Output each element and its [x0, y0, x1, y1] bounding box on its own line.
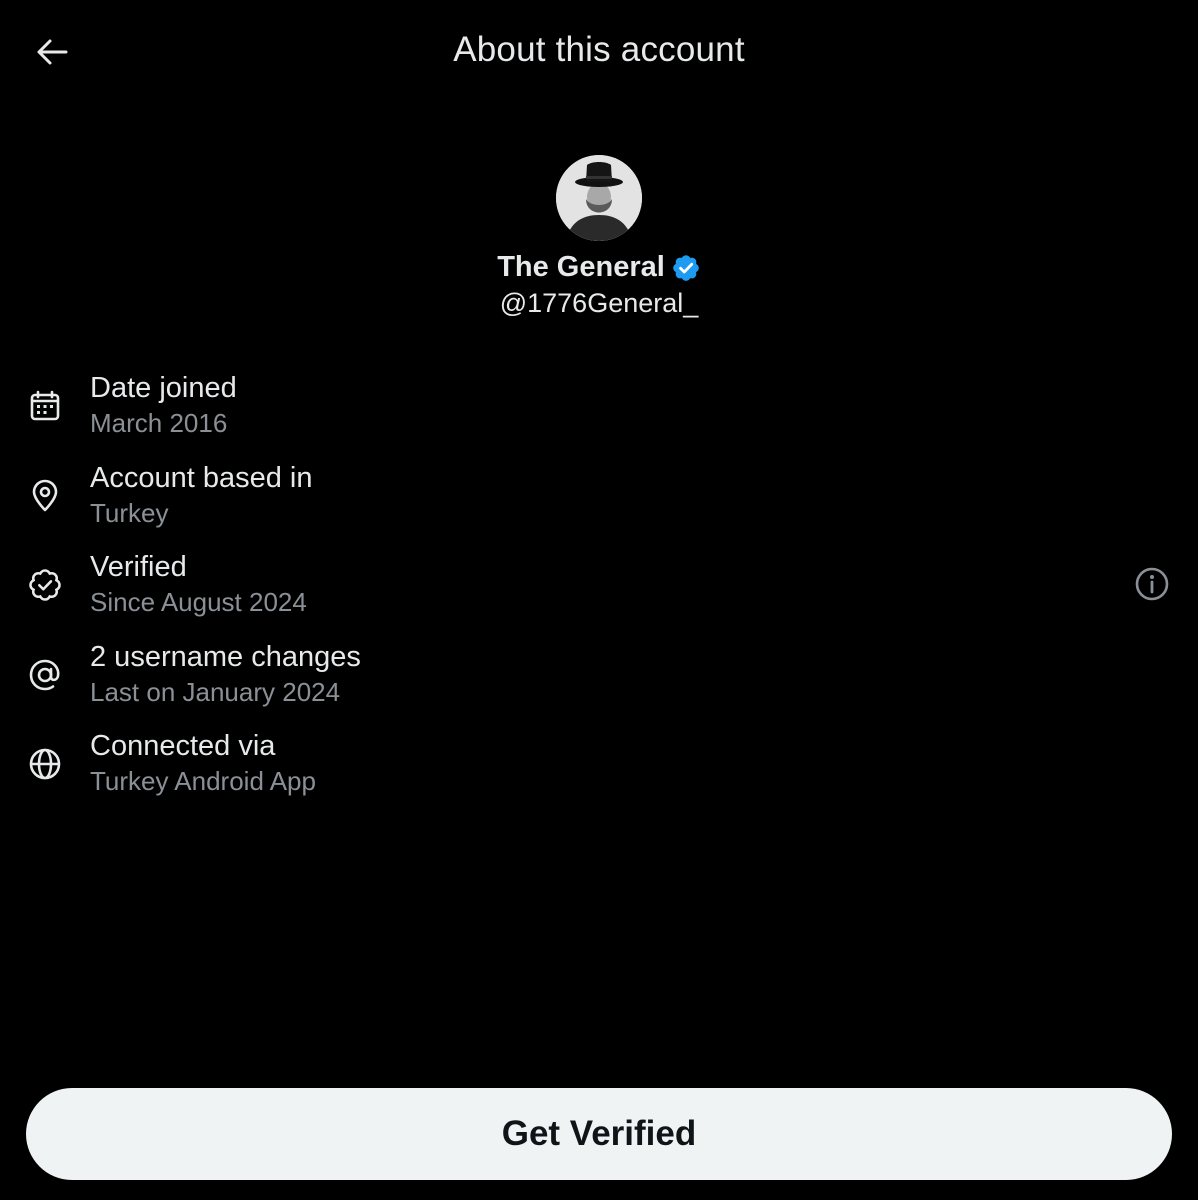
verified-badge-icon[interactable] [671, 253, 701, 283]
display-name: The General [497, 251, 665, 283]
page-title: About this account [453, 30, 745, 69]
get-verified-button[interactable]: Get Verified [26, 1088, 1172, 1180]
globe-icon [27, 746, 63, 782]
verified-check-icon [27, 567, 63, 603]
at-sign-icon [27, 657, 63, 693]
row-title: 2 username changes [90, 640, 361, 673]
row-subtitle: Since August 2024 [90, 587, 307, 617]
profile-summary: The General @1776General_ [0, 155, 1198, 319]
row-subtitle: Last on January 2024 [90, 676, 341, 707]
top-bar: About this account [0, 0, 1198, 105]
location-pin-icon [27, 478, 63, 514]
row-title: Date joined [90, 372, 237, 404]
connected-via-row: Connected via Turkey Android App [0, 728, 1198, 818]
row-subtitle: Turkey Android App [90, 766, 316, 796]
info-icon [1134, 566, 1170, 602]
row-title: Verified [90, 551, 187, 583]
row-title: Account based in [90, 461, 313, 494]
account-location-row: Account based in Turkey [0, 460, 1198, 550]
avatar[interactable] [556, 155, 642, 241]
row-subtitle: March 2016 [90, 408, 228, 438]
username-handle: @1776General_ [499, 288, 699, 318]
verified-row: Verified Since August 2024 [0, 549, 1198, 639]
row-title: Connected via [90, 730, 276, 762]
username-changes-row: 2 username changes Last on January 2024 [0, 639, 1198, 729]
calendar-icon [27, 388, 63, 424]
verified-info-button[interactable] [1133, 565, 1171, 603]
account-details-list: Date joined March 2016 Account based in … [0, 370, 1198, 818]
name-row: The General [0, 251, 1198, 284]
date-joined-row: Date joined March 2016 [0, 370, 1198, 460]
row-subtitle: Turkey [90, 497, 169, 528]
